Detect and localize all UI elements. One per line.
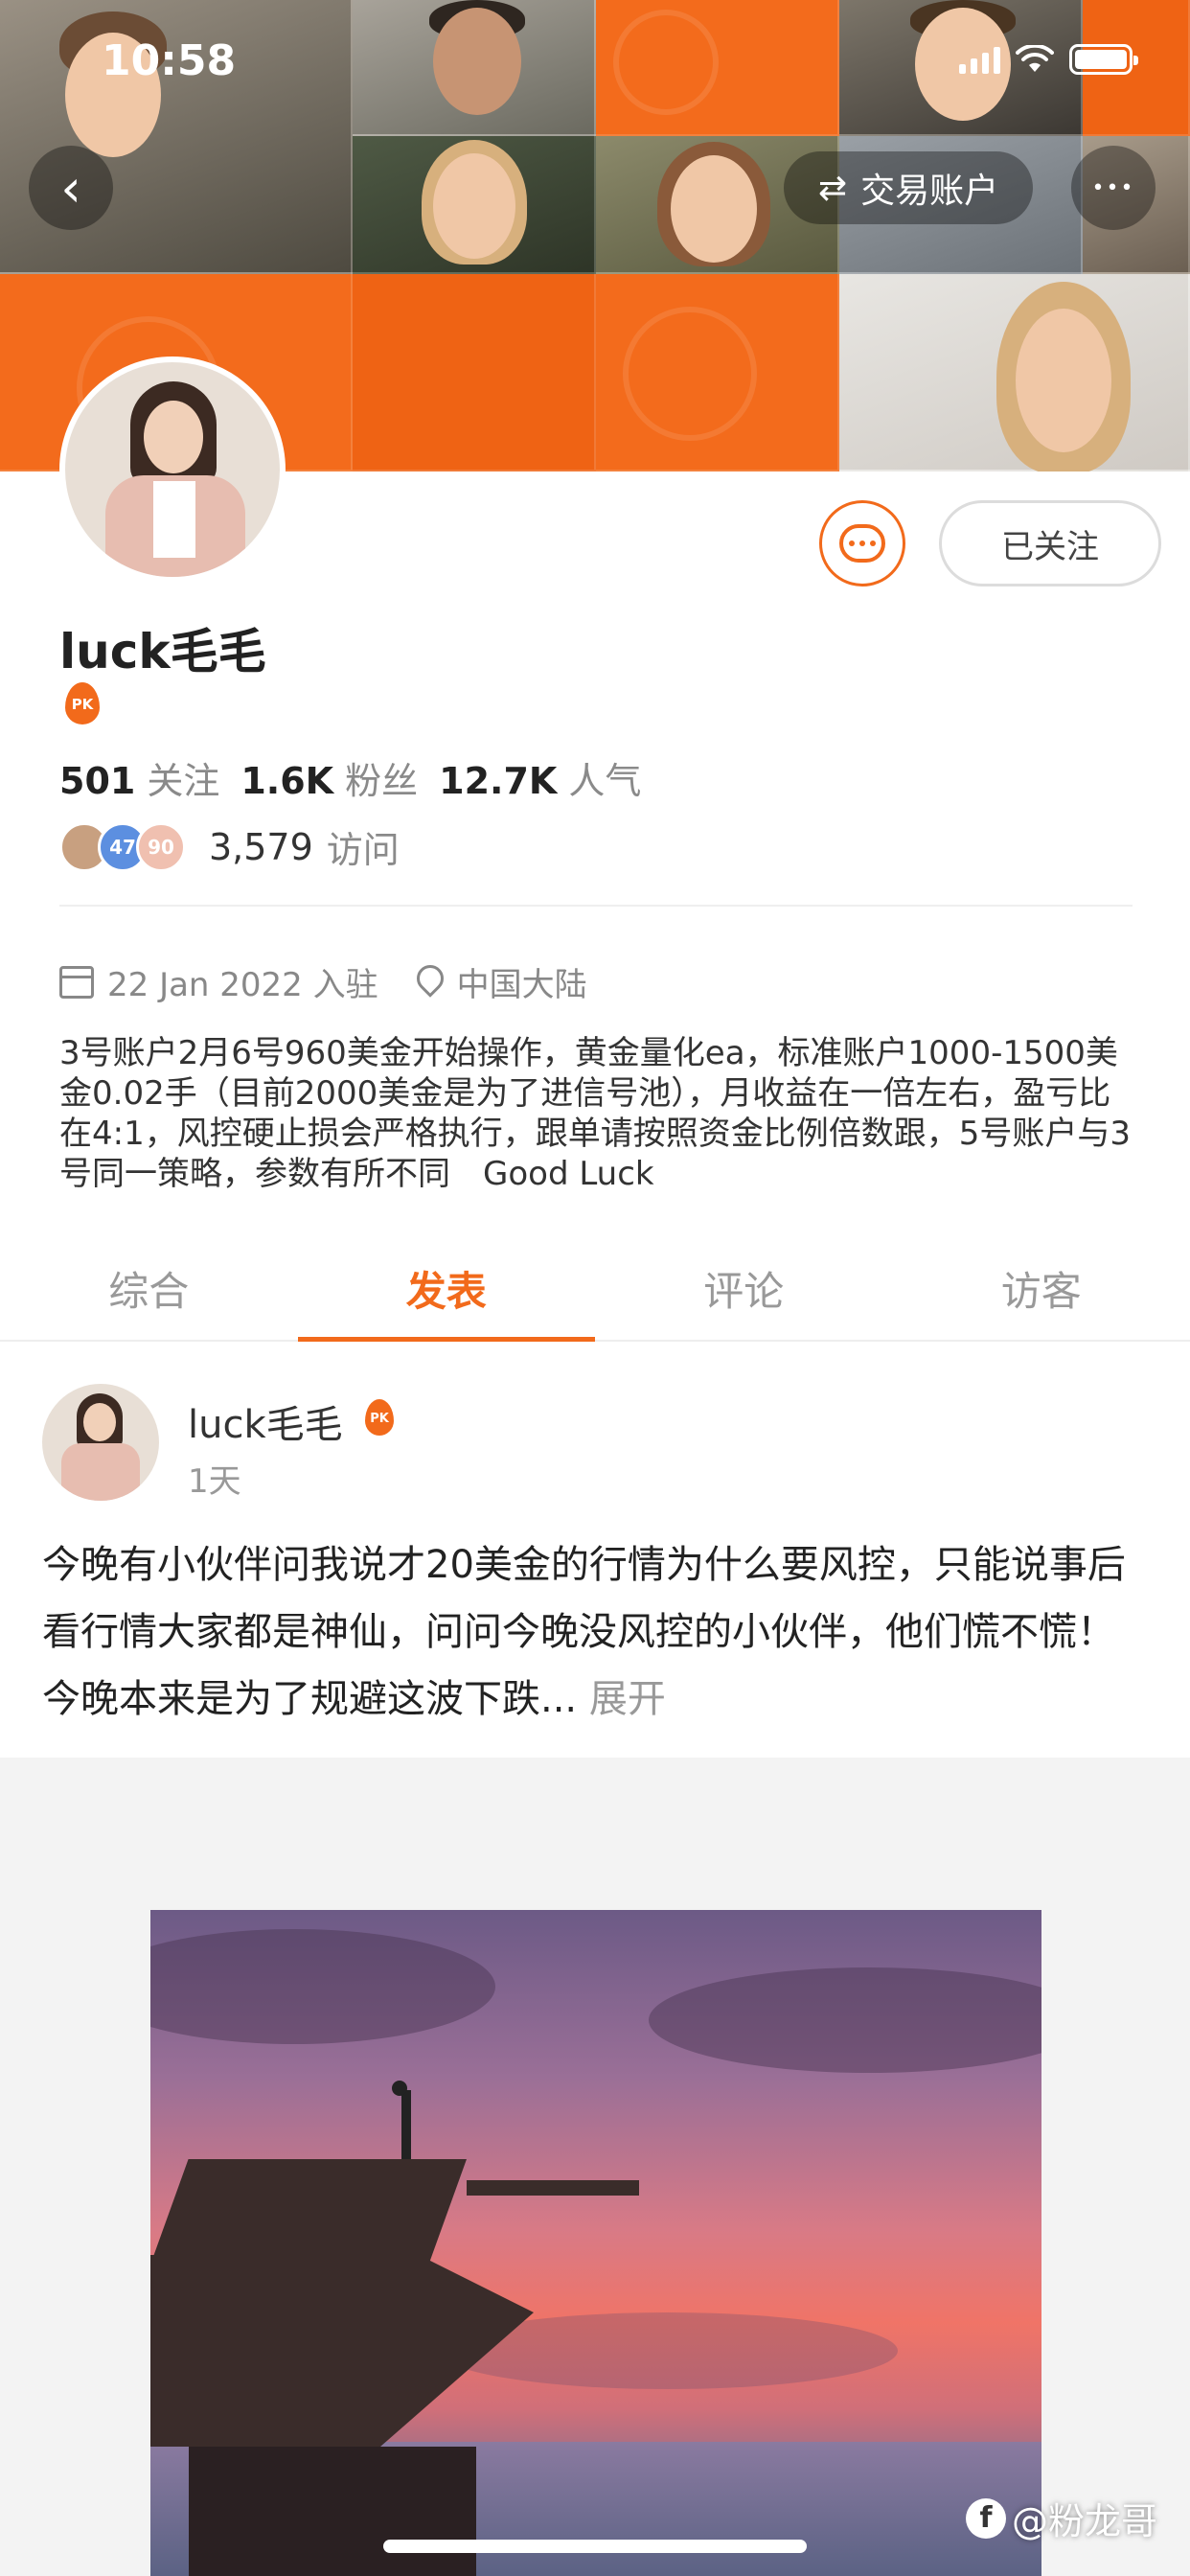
following-count[interactable]: 501 [59, 760, 135, 802]
follow-button[interactable]: 已关注 [939, 500, 1161, 586]
heron-head [392, 2081, 407, 2096]
visit-count: 3,579 [209, 825, 313, 868]
back-button[interactable]: ‹ [29, 146, 113, 230]
pk-badge-icon: PK [362, 1399, 397, 1436]
banner-person [433, 8, 521, 115]
wifi-icon [1016, 45, 1054, 72]
location-pin-icon [417, 965, 444, 1000]
hut-beam [467, 2180, 639, 2196]
post-image[interactable] [150, 1910, 1041, 2576]
banner-pattern [613, 10, 719, 115]
location: 中国大陆 [456, 966, 587, 1004]
post-author-name[interactable]: luck毛毛 [188, 1393, 343, 1449]
more-icon: ••• [1091, 175, 1135, 200]
visitor-avatar: 90 [136, 821, 186, 872]
status-time: 10:58 [102, 36, 237, 85]
profile-avatar[interactable] [59, 356, 286, 583]
post-author-avatar[interactable] [42, 1384, 159, 1501]
banner-person [671, 155, 757, 263]
more-button[interactable]: ••• [1071, 146, 1156, 230]
profile-meta: 22 Jan 2022 入驻 中国大陆 [59, 958, 587, 1005]
heron-silhouette [401, 2090, 411, 2159]
following-label[interactable]: 关注 [147, 751, 219, 804]
battery-icon [1069, 44, 1138, 75]
post-body[interactable]: 今晚有小伙伴问我说才20美金的行情为什么要风控，只能说事后看行情大家都是神仙，问… [42, 1531, 1144, 1733]
tab-posts[interactable]: 发表 [297, 1236, 596, 1342]
profile-bio: 3号账户2月6号960美金开始操作，黄金量化ea，标准账户1000-1500美金… [59, 1034, 1131, 1193]
post-time: 1天 [188, 1462, 241, 1501]
followers-count[interactable]: 1.6K [240, 760, 333, 802]
popularity-label: 人气 [568, 760, 642, 802]
banner-orange-tile [353, 274, 596, 472]
pk-badge-icon[interactable]: PK [61, 682, 103, 724]
hut-roof [150, 2255, 534, 2447]
image-cloud [150, 1929, 495, 2044]
banner-person [1016, 309, 1111, 452]
tab-comments[interactable]: 评论 [595, 1236, 893, 1340]
banner-pattern [623, 307, 757, 441]
tab-overview[interactable]: 综合 [0, 1236, 298, 1340]
visit-label: 访问 [326, 829, 400, 871]
tab-visitors[interactable]: 访客 [893, 1236, 1190, 1340]
swap-icon: ⇄ [818, 168, 848, 208]
hut-wall [189, 2447, 476, 2576]
message-button[interactable] [819, 500, 905, 586]
trade-account-label: 交易账户 [860, 172, 999, 211]
banner-person [433, 153, 515, 259]
watermark-icon: f [966, 2497, 1006, 2539]
trade-account-button[interactable]: ⇄ 交易账户 [784, 151, 1034, 224]
expand-link[interactable]: 展开 [577, 1677, 666, 1721]
status-icons [959, 44, 1138, 75]
image-cloud [649, 1967, 1041, 2073]
chat-icon [839, 524, 885, 563]
divider [59, 905, 1133, 907]
joined-date: 22 Jan 2022 入驻 [107, 966, 378, 1004]
calendar-icon [59, 965, 94, 999]
hut-roof [150, 2159, 467, 2265]
popularity-count: 12.7K [439, 760, 558, 802]
profile-tabs: 综合 发表 评论 访客 [0, 1236, 1190, 1342]
chevron-left-icon: ‹ [60, 157, 81, 218]
watermark: f @粉龙哥 [966, 2492, 1157, 2544]
profile-stats: 501 关注 1.6K 粉丝 12.7K 人气 [59, 751, 662, 804]
visitors-row[interactable]: 47 90 3,579 访问 [59, 820, 400, 873]
home-indicator[interactable] [383, 2540, 807, 2553]
signal-icon [959, 45, 1000, 74]
watermark-text: @粉龙哥 [1012, 2500, 1158, 2542]
followers-label[interactable]: 粉丝 [345, 751, 418, 804]
profile-name: luck毛毛 [59, 624, 266, 679]
